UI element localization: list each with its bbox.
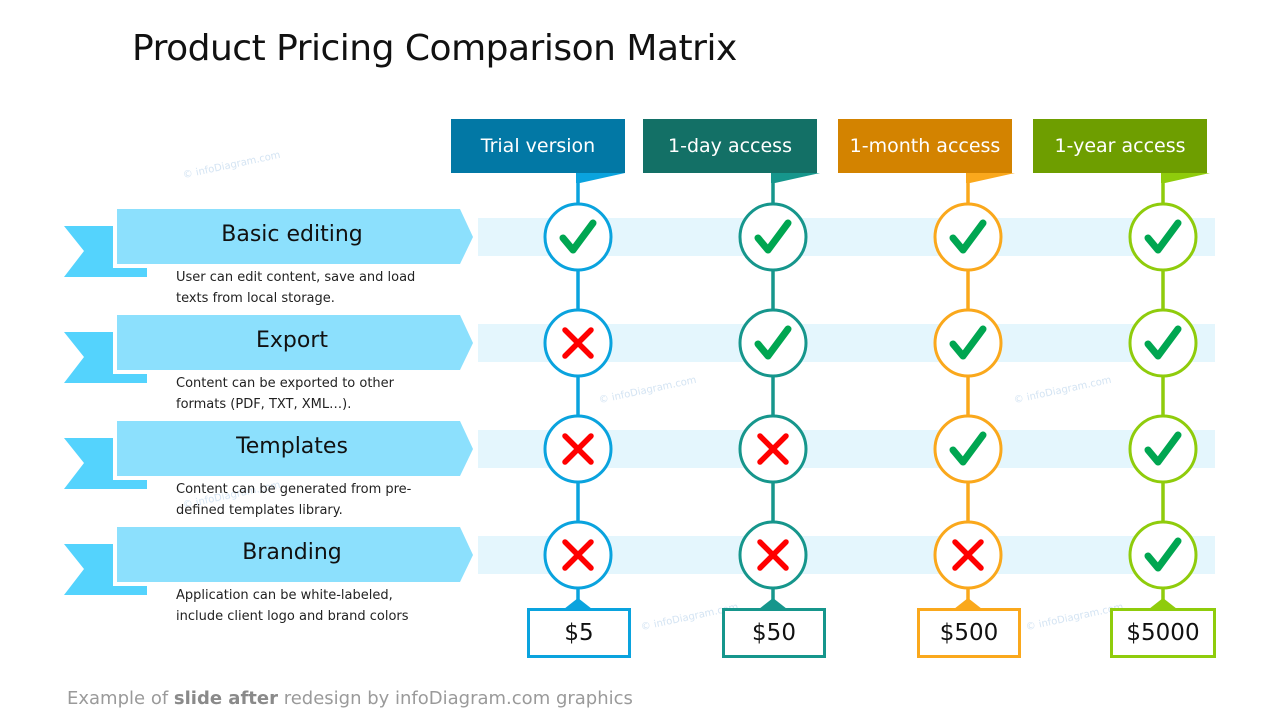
feature-status-circle bbox=[933, 308, 1003, 378]
plan-price: $5000 bbox=[1110, 608, 1216, 658]
feature-status-circle bbox=[738, 308, 808, 378]
matrix-graphic bbox=[543, 173, 1210, 609]
footer-bold: slide after bbox=[173, 688, 278, 709]
feature-status-circle bbox=[1128, 520, 1198, 590]
feature-status-circle bbox=[738, 202, 808, 272]
header-pointer bbox=[576, 173, 625, 183]
plan-price: $50 bbox=[722, 608, 826, 658]
header-pointer bbox=[1161, 173, 1210, 183]
header-pointer bbox=[966, 173, 1015, 183]
footer-credit: Example of slide after redesign by infoD… bbox=[67, 688, 633, 709]
feature-status-circle bbox=[1128, 308, 1198, 378]
footer-suffix: redesign by infoDiagram.com graphics bbox=[277, 688, 633, 709]
feature-status-circle bbox=[1128, 414, 1198, 484]
feature-status-circle bbox=[1128, 202, 1198, 272]
plan-price: $500 bbox=[917, 608, 1021, 658]
feature-status-circle bbox=[543, 202, 613, 272]
header-pointer bbox=[771, 173, 820, 183]
footer-prefix: Example of bbox=[67, 688, 174, 709]
feature-status-circle bbox=[933, 414, 1003, 484]
feature-status-circle bbox=[933, 202, 1003, 272]
plan-price: $5 bbox=[527, 608, 631, 658]
